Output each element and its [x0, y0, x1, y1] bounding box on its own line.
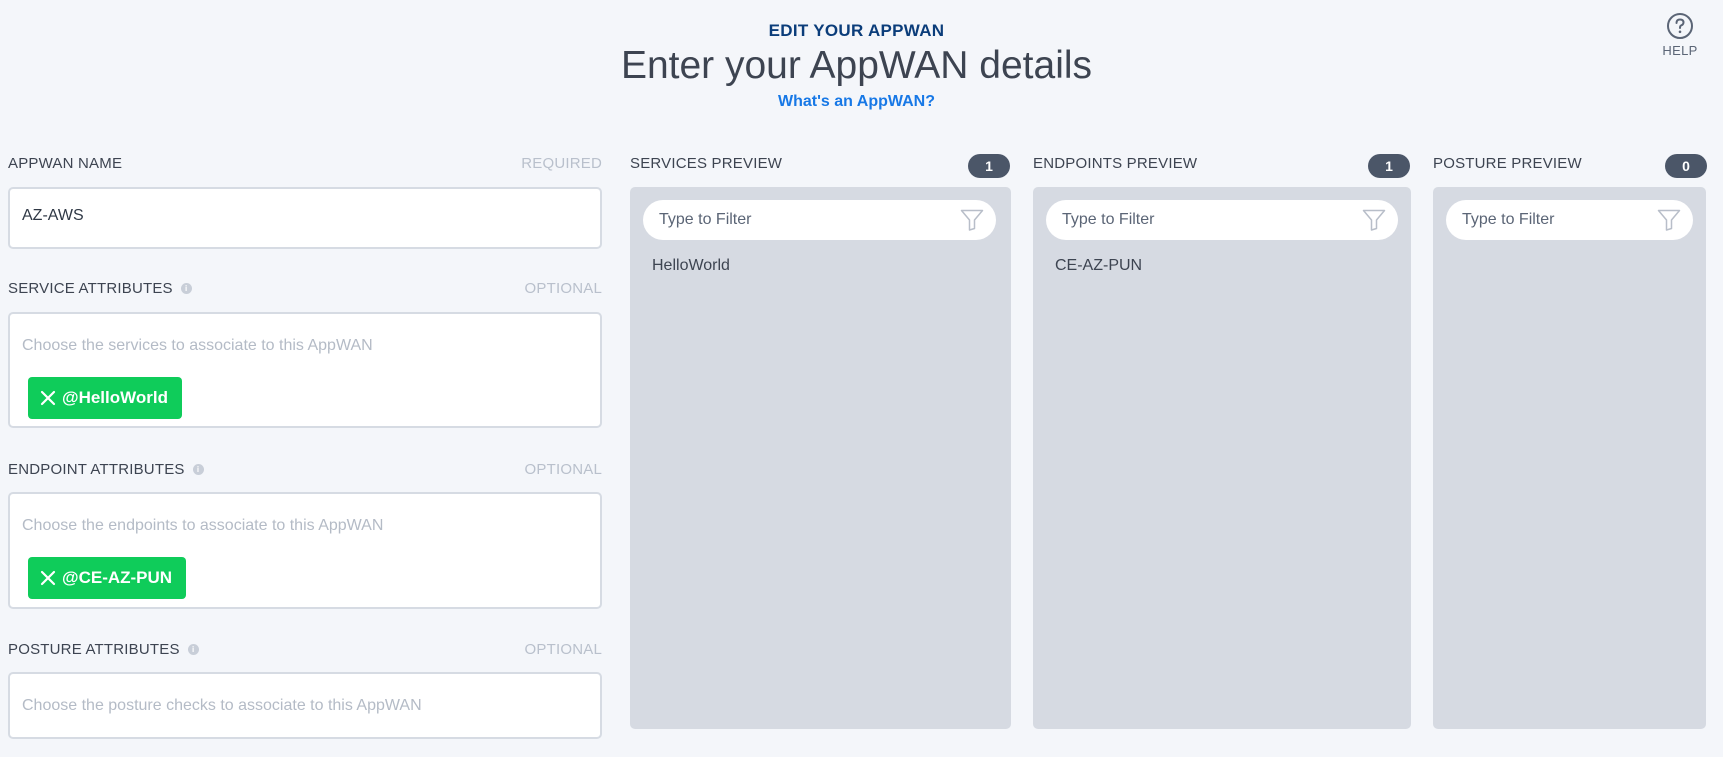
endpoint-attributes-input[interactable]: Choose the endpoints to associate to thi…: [8, 492, 602, 609]
endpoints-filter-placeholder: Type to Filter: [1062, 211, 1155, 228]
help-label: HELP: [1662, 43, 1698, 58]
appwan-name-label: APPWAN NAME: [8, 155, 123, 172]
posture-filter-placeholder: Type to Filter: [1462, 211, 1555, 228]
services-preview-item[interactable]: HelloWorld: [652, 257, 730, 275]
service-attributes-optional-hint: OPTIONAL: [524, 280, 602, 297]
endpoints-filter-input[interactable]: Type to Filter: [1046, 200, 1398, 240]
endpoint-attributes-placeholder: Choose the endpoints to associate to thi…: [22, 517, 384, 534]
service-attributes-label: SERVICE ATTRIBUTES i: [8, 280, 192, 297]
question-circle-icon: [1667, 13, 1693, 39]
page-eyebrow: EDIT YOUR APPWAN: [768, 21, 945, 40]
whats-an-appwan-link[interactable]: What's an AppWAN?: [0, 93, 1713, 111]
posture-preview-panel: Type to Filter: [1433, 187, 1706, 729]
endpoint-attribute-chip-label: @CE-AZ-PUN: [62, 568, 173, 587]
posture-attributes-placeholder: Choose the posture checks to associate t…: [22, 697, 422, 714]
endpoint-attributes-label-text: ENDPOINT ATTRIBUTES: [8, 461, 185, 478]
posture-attributes-label: POSTURE ATTRIBUTES i: [8, 641, 199, 658]
posture-attributes-input[interactable]: Choose the posture checks to associate t…: [8, 672, 602, 739]
posture-attributes-optional-hint: OPTIONAL: [524, 641, 602, 658]
appwan-name-required-hint: REQUIRED: [521, 155, 602, 172]
services-filter-placeholder: Type to Filter: [659, 211, 752, 228]
endpoints-preview-label: ENDPOINTS PREVIEW: [1033, 155, 1198, 172]
posture-preview-label: POSTURE PREVIEW: [1433, 155, 1582, 172]
service-attributes-placeholder: Choose the services to associate to this…: [22, 337, 373, 354]
funnel-icon[interactable]: [1362, 209, 1386, 231]
service-attributes-input[interactable]: Choose the services to associate to this…: [8, 312, 602, 428]
services-filter-input[interactable]: Type to Filter: [643, 200, 996, 240]
appwan-name-input[interactable]: AZ-AWS: [8, 187, 602, 249]
endpoints-preview-item[interactable]: CE-AZ-PUN: [1055, 257, 1142, 275]
posture-attributes-label-text: POSTURE ATTRIBUTES: [8, 641, 180, 658]
help-button[interactable]: HELP: [1660, 12, 1700, 58]
funnel-icon[interactable]: [960, 209, 984, 231]
appwan-name-value: AZ-AWS: [22, 207, 84, 224]
close-icon[interactable]: [40, 390, 56, 406]
services-count-badge: 1: [968, 154, 1010, 178]
service-attribute-chip[interactable]: @HelloWorld: [28, 377, 182, 419]
close-icon[interactable]: [40, 570, 56, 586]
posture-filter-input[interactable]: Type to Filter: [1446, 200, 1693, 240]
endpoint-attribute-chip[interactable]: @CE-AZ-PUN: [28, 557, 187, 599]
info-icon[interactable]: i: [192, 463, 204, 475]
endpoint-attributes-optional-hint: OPTIONAL: [524, 461, 602, 478]
service-attributes-label-text: SERVICE ATTRIBUTES: [8, 280, 173, 297]
info-icon[interactable]: i: [180, 282, 192, 294]
info-icon[interactable]: i: [187, 643, 199, 655]
service-attribute-chip-label: @HelloWorld: [62, 388, 168, 407]
services-preview-label: SERVICES PREVIEW: [630, 155, 783, 172]
endpoints-preview-panel: Type to Filter CE-AZ-PUN: [1033, 187, 1411, 729]
endpoint-attributes-label: ENDPOINT ATTRIBUTES i: [8, 461, 204, 478]
endpoints-count-badge: 1: [1368, 154, 1410, 178]
page-title: Enter your AppWAN details: [620, 44, 1093, 87]
services-preview-panel: Type to Filter HelloWorld: [630, 187, 1011, 729]
funnel-icon[interactable]: [1657, 209, 1681, 231]
posture-count-badge: 0: [1665, 154, 1707, 178]
